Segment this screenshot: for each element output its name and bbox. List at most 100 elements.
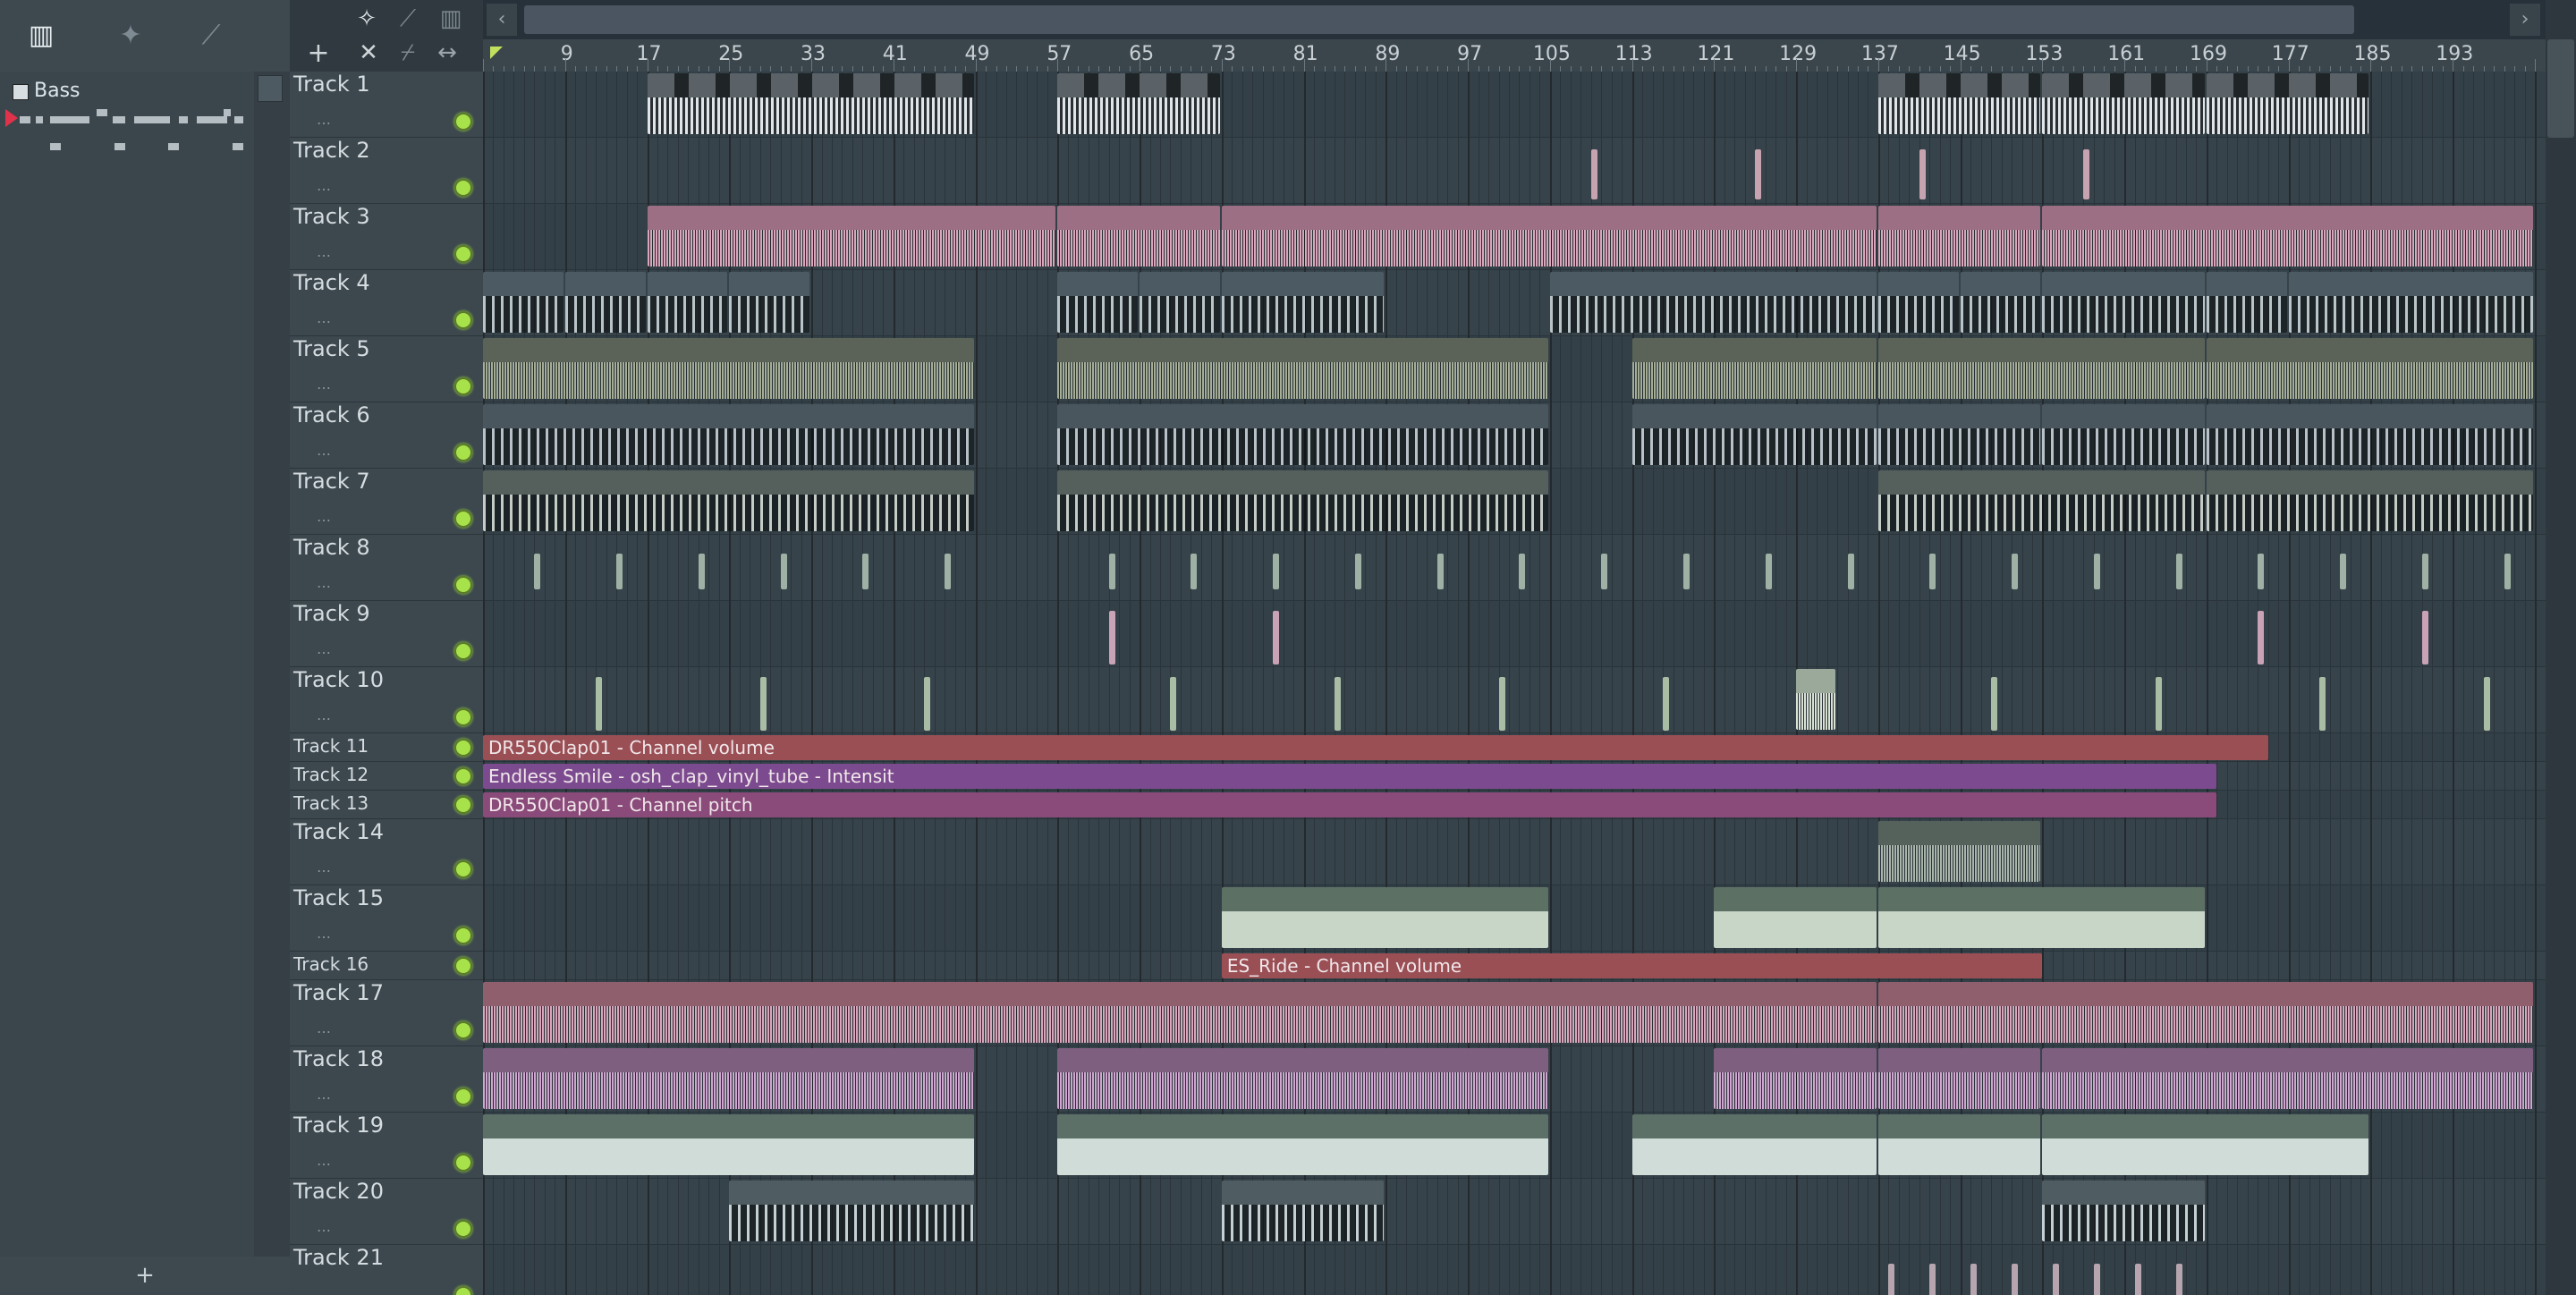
playlist-clip[interactable] <box>1057 272 1139 333</box>
track-header[interactable]: Track 2… <box>290 138 483 204</box>
playlist-clip[interactable] <box>1631 338 1877 399</box>
hit-clip[interactable] <box>2258 554 2265 589</box>
playlist-clip[interactable] <box>564 272 646 333</box>
playlist-clip[interactable] <box>1877 982 2533 1043</box>
hit-clip[interactable] <box>2083 149 2090 199</box>
hit-clip[interactable] <box>1436 554 1444 589</box>
track-mute-led[interactable] <box>454 576 472 594</box>
add-pattern-button[interactable]: + <box>0 1257 290 1295</box>
track-header[interactable]: Track 6… <box>290 402 483 469</box>
piano-roll-icon[interactable]: ▥ <box>14 13 68 59</box>
playlist-clip[interactable] <box>1877 1048 2041 1109</box>
hit-clip[interactable] <box>780 554 787 589</box>
automation-tool-icon[interactable]: ⟋ <box>390 5 426 38</box>
hit-clip[interactable] <box>1919 149 1926 199</box>
track-header[interactable]: Track 5… <box>290 336 483 402</box>
track-mute-led[interactable] <box>454 1286 472 1295</box>
track-mute-led[interactable] <box>454 1088 472 1105</box>
hit-clip[interactable] <box>1590 149 1597 199</box>
playlist-clip[interactable] <box>2206 272 2287 333</box>
playlist-clip[interactable] <box>647 206 1056 267</box>
playlist-clip[interactable] <box>1057 73 1220 134</box>
hit-clip[interactable] <box>2012 1264 2019 1295</box>
track-header[interactable]: Track 4… <box>290 270 483 336</box>
track-mute-led[interactable] <box>454 245 472 263</box>
playlist-clip[interactable] <box>1057 206 1220 267</box>
song-overview-thumb[interactable] <box>524 5 2354 34</box>
track-mute-led[interactable] <box>454 510 472 528</box>
track-header[interactable]: Track 13 <box>290 791 483 819</box>
playlist-clip[interactable] <box>2042 1048 2533 1109</box>
automation-clip[interactable]: Endless Smile - osh_clap_vinyl_tube - In… <box>483 764 2217 789</box>
playlist-clip[interactable] <box>2206 470 2533 531</box>
track-lane[interactable] <box>483 535 2546 601</box>
track-mute-led[interactable] <box>454 708 472 726</box>
track-mute-led[interactable] <box>454 1220 472 1238</box>
track-mute-led[interactable] <box>454 377 472 395</box>
stretch-icon[interactable]: ↔ <box>429 39 465 70</box>
track-header[interactable]: Track 3… <box>290 204 483 270</box>
playlist-clip[interactable] <box>647 272 728 333</box>
playlist-clip[interactable] <box>1140 272 1220 333</box>
playlist-clip[interactable] <box>1221 887 1548 948</box>
track-header[interactable]: Track 18… <box>290 1046 483 1113</box>
hit-clip[interactable] <box>2093 554 2100 589</box>
track-mute-led[interactable] <box>454 957 472 975</box>
audio-clip-icon[interactable]: ✦ <box>104 13 157 59</box>
playlist-clip[interactable] <box>1714 1048 1877 1109</box>
hit-clip[interactable] <box>1191 554 1198 589</box>
hit-clip[interactable] <box>2134 1264 2141 1295</box>
hit-clip[interactable] <box>1170 677 1177 731</box>
playlist-clip[interactable] <box>483 1114 974 1175</box>
playlist-clip[interactable] <box>483 1048 974 1109</box>
piano-tool-icon[interactable]: ▥ <box>433 5 469 38</box>
playlist-clip[interactable] <box>483 338 974 399</box>
playlist-clip[interactable] <box>2206 404 2533 465</box>
playlist-clip[interactable] <box>1796 669 1836 730</box>
hit-clip[interactable] <box>2175 1264 2182 1295</box>
hit-clip[interactable] <box>862 554 869 589</box>
track-lane[interactable] <box>483 667 2546 733</box>
track-mute-led[interactable] <box>454 113 472 131</box>
playlist-clip[interactable] <box>1960 272 2041 333</box>
playlist-clip[interactable] <box>1877 1114 2041 1175</box>
playlist-clip[interactable] <box>2042 404 2205 465</box>
hit-clip[interactable] <box>1888 1264 1895 1295</box>
close-button[interactable]: ✕ <box>352 39 385 70</box>
track-mute-led[interactable] <box>454 1021 472 1039</box>
playlist-clip[interactable] <box>2042 73 2205 134</box>
hit-clip[interactable] <box>2421 554 2428 589</box>
hit-clip[interactable] <box>1498 677 1505 731</box>
hit-clip[interactable] <box>1108 611 1115 664</box>
hit-clip[interactable] <box>1108 554 1115 589</box>
hit-clip[interactable] <box>2012 554 2019 589</box>
hit-clip[interactable] <box>759 677 767 731</box>
hit-clip[interactable] <box>1765 554 1772 589</box>
playlist-clip[interactable] <box>1877 821 2041 882</box>
hit-clip[interactable] <box>596 677 603 731</box>
hit-clip[interactable] <box>2319 677 2326 731</box>
scroll-right-arrow[interactable]: › <box>2510 4 2540 36</box>
track-header[interactable]: Track 11 <box>290 733 483 762</box>
timeline-ruler[interactable]: 9 17 25 33 41 49 57 65 73 81 89 97 105 113 121 129 137 14… <box>483 39 2546 72</box>
playlist-clip[interactable] <box>1877 272 1959 333</box>
track-header[interactable]: Track 15… <box>290 885 483 952</box>
hit-clip[interactable] <box>534 554 541 589</box>
hit-clip[interactable] <box>2483 677 2490 731</box>
picker-scrollbar[interactable] <box>254 72 290 1257</box>
scroll-left-arrow[interactable]: ‹ <box>487 4 517 36</box>
hit-clip[interactable] <box>2340 554 2347 589</box>
playlist-clip[interactable] <box>2206 338 2533 399</box>
hit-clip[interactable] <box>1970 1264 1978 1295</box>
playlist-clip[interactable] <box>1057 1048 1548 1109</box>
track-header[interactable]: Track 14… <box>290 819 483 885</box>
hit-clip[interactable] <box>1991 677 1998 731</box>
hit-clip[interactable] <box>2052 1264 2059 1295</box>
playlist-clip[interactable] <box>1549 272 1877 333</box>
playlist-clip[interactable] <box>483 404 974 465</box>
playlist-clip[interactable] <box>1877 206 2041 267</box>
playlist-clip[interactable] <box>1631 404 1877 465</box>
track-header[interactable]: Track 12 <box>290 762 483 791</box>
track-lane[interactable] <box>483 819 2546 885</box>
track-header[interactable]: Track 9… <box>290 601 483 667</box>
